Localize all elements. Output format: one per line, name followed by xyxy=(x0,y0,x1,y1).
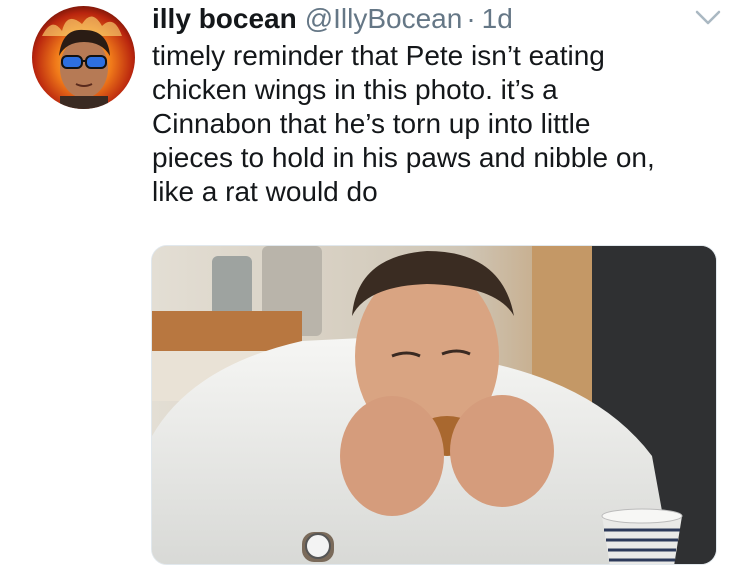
timestamp[interactable]: 1d xyxy=(482,2,513,36)
avatar[interactable] xyxy=(32,6,135,109)
separator-dot: · xyxy=(466,3,476,34)
photo-icon xyxy=(152,246,716,564)
tweet[interactable]: illy bocean @IllyBocean · 1d timely remi… xyxy=(0,0,750,577)
tweet-header: illy bocean @IllyBocean · 1d xyxy=(152,2,513,36)
tweet-media[interactable] xyxy=(151,245,717,565)
tweet-text: timely reminder that Pete isn’t eating c… xyxy=(152,40,655,207)
chevron-down-icon[interactable] xyxy=(694,8,722,28)
display-name[interactable]: illy bocean xyxy=(152,2,297,36)
user-handle[interactable]: @IllyBocean xyxy=(305,2,463,36)
profile-avatar-icon xyxy=(32,6,135,109)
